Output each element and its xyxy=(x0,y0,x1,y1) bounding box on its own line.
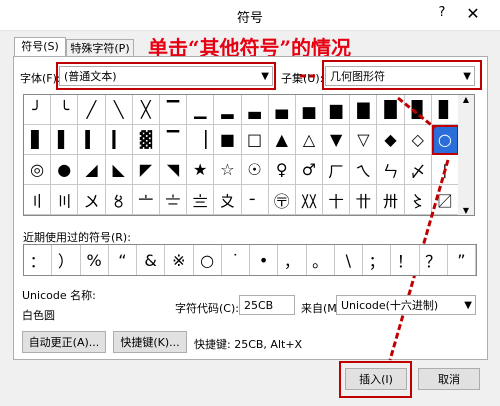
recent-symbol-cell[interactable]: ˙ xyxy=(222,245,250,275)
autocorrect-button[interactable]: 自动更正(A)... xyxy=(22,331,106,353)
recent-symbol-cell[interactable]: ； xyxy=(363,245,392,275)
recent-symbol-cell[interactable]: ） xyxy=(52,245,81,275)
char-code-label: 字符代码(C): xyxy=(175,302,239,315)
recent-symbols-label: 近期使用过的符号(R): xyxy=(23,231,131,244)
recent-symbol-cell[interactable]: ○ xyxy=(194,245,222,275)
chevron-down-icon: ▼ xyxy=(464,300,472,311)
recent-symbol-cell[interactable]: % xyxy=(81,245,109,275)
arrow-to-symbol xyxy=(397,96,436,130)
recent-symbol-cell[interactable]: \ xyxy=(335,245,363,275)
recent-symbol-cell[interactable]: ！ xyxy=(391,245,420,275)
from-select[interactable]: Unicode(十六进制) ▼ xyxy=(336,295,476,315)
insert-highlight-box xyxy=(339,361,412,398)
shortcut-key-text: 快捷键: 25CB, Alt+X xyxy=(194,338,303,351)
char-code-input[interactable]: 25CB xyxy=(239,295,295,315)
recent-symbol-cell[interactable]: & xyxy=(137,245,166,275)
recent-symbol-cell[interactable]: ※ xyxy=(165,245,194,275)
unicode-name-label: Unicode 名称: xyxy=(22,289,96,302)
shortcut-key-button[interactable]: 快捷键(K)... xyxy=(113,331,187,353)
recent-symbols-row: ：）% “& ※ ○ ˙ •，。 \；！？” xyxy=(23,244,477,276)
recent-symbol-cell[interactable]: ” xyxy=(448,245,476,275)
recent-symbol-cell[interactable]: ， xyxy=(278,245,307,275)
recent-symbol-cell[interactable]: ： xyxy=(24,245,53,275)
recent-symbol-cell[interactable]: “ xyxy=(109,245,137,275)
cancel-button[interactable]: 取消 xyxy=(418,368,480,390)
recent-symbol-cell[interactable]: • xyxy=(250,245,279,275)
from-select-value: Unicode(十六进制) xyxy=(341,299,439,312)
recent-symbol-cell[interactable]: 。 xyxy=(307,245,335,275)
recent-symbol-cell[interactable]: ？ xyxy=(420,245,448,275)
unicode-name-value: 白色圆 xyxy=(22,309,55,322)
